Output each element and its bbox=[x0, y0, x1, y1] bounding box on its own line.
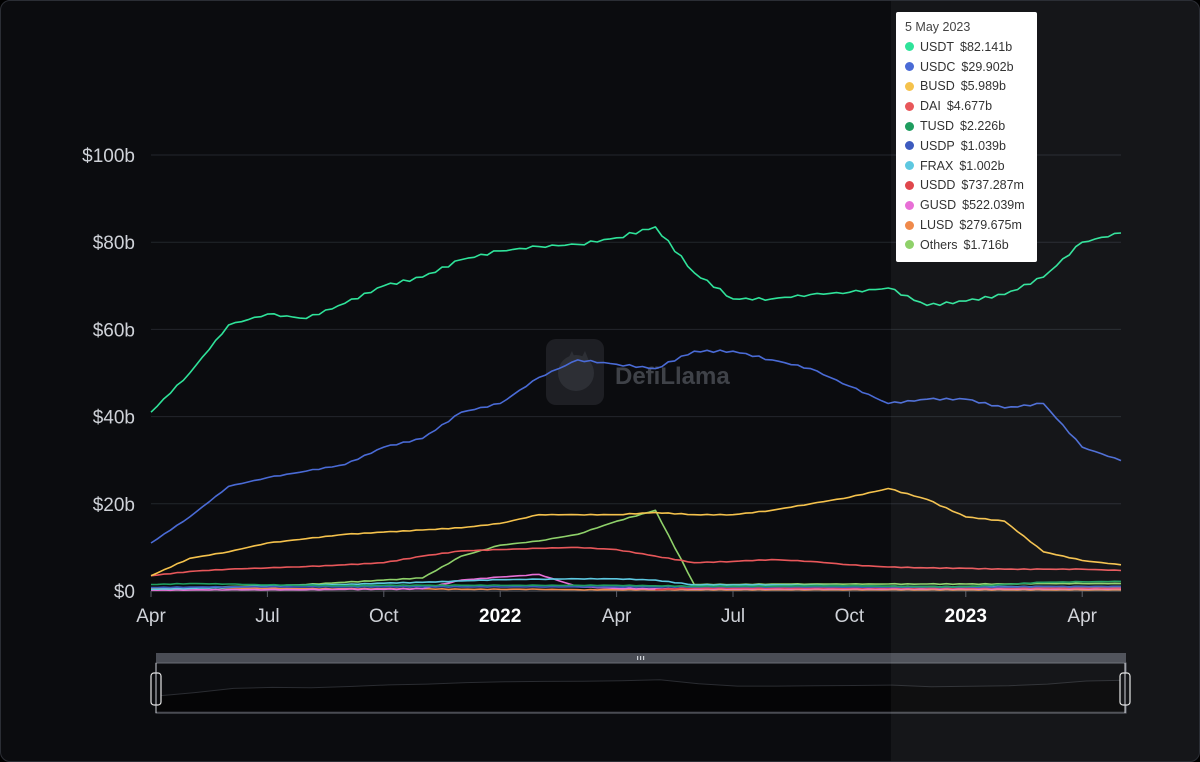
tooltip-series-name: LUSD bbox=[920, 218, 954, 233]
tooltip-series-name: USDC bbox=[920, 59, 956, 74]
series-line-busd bbox=[150, 487, 1122, 577]
tooltip-row: FRAX $1.002b bbox=[905, 156, 1037, 176]
tooltip-series-name: GUSD bbox=[920, 198, 957, 213]
series-dot-icon bbox=[905, 161, 914, 171]
tooltip-series-name: Others bbox=[920, 237, 958, 252]
y-tick-label: $80b bbox=[93, 233, 135, 254]
navigator-preview bbox=[155, 679, 1126, 713]
x-tick-label: Apr bbox=[136, 606, 166, 627]
y-tick-label: $60b bbox=[93, 320, 135, 341]
tooltip-row: LUSD $279.675m bbox=[905, 215, 1037, 235]
tooltip-row: USDD $737.287m bbox=[905, 176, 1037, 196]
llama-logo-icon bbox=[546, 339, 604, 405]
navigator-grip-icon[interactable] bbox=[637, 656, 645, 660]
tooltip-series-name: TUSD bbox=[920, 119, 955, 134]
y-tick-label: $100b bbox=[82, 146, 135, 167]
series-dot-icon bbox=[905, 81, 914, 91]
x-axis: Apr Jul Oct 2022 Apr Jul Oct 2023 Apr bbox=[136, 591, 1098, 627]
x-tick-label: Oct bbox=[369, 606, 399, 627]
tooltip-series-name: BUSD bbox=[920, 79, 955, 94]
tooltip-series-value: $82.141b bbox=[960, 39, 1013, 54]
y-axis: $0 $20b $40b $60b $80b $100b bbox=[82, 146, 135, 603]
tooltip-series-value: $2.226b bbox=[960, 119, 1006, 134]
x-tick-label: Apr bbox=[1067, 606, 1097, 627]
y-tick-label: $0 bbox=[114, 582, 135, 603]
tooltip-row: USDC $29.902b bbox=[905, 57, 1037, 77]
x-tick-label: Oct bbox=[835, 606, 865, 627]
watermark: DefiLlama bbox=[546, 339, 730, 405]
series-dot-icon bbox=[905, 200, 914, 210]
series-line-dai bbox=[150, 546, 1122, 577]
series-dot-icon bbox=[905, 240, 914, 250]
tooltip-row: GUSD $522.039m bbox=[905, 195, 1037, 215]
range-navigator[interactable] bbox=[150, 653, 1131, 714]
tooltip-row: USDP $1.039b bbox=[905, 136, 1037, 156]
series-dot-icon bbox=[905, 101, 914, 111]
tooltip-series-name: USDP bbox=[920, 138, 955, 153]
y-tick-label: $20b bbox=[93, 495, 135, 516]
x-tick-label: Apr bbox=[602, 606, 632, 627]
tooltip-series-name: USDT bbox=[920, 39, 955, 54]
tooltip-series-name: DAI bbox=[920, 99, 941, 114]
tooltip-series-value: $737.287m bbox=[961, 178, 1024, 193]
series-dot-icon bbox=[905, 180, 914, 190]
x-tick-label: Jul bbox=[721, 606, 745, 627]
tooltip-series-value: $4.677b bbox=[946, 99, 993, 114]
series-dot-icon bbox=[905, 141, 914, 151]
tooltip-series-value: $29.902b bbox=[961, 59, 1014, 74]
series-dot-icon bbox=[905, 62, 914, 72]
tooltip-row: Others $1.716b bbox=[905, 235, 1037, 255]
tooltip-series-value: $279.675m bbox=[959, 218, 1022, 233]
tooltip-series-name: FRAX bbox=[920, 158, 954, 173]
tooltip-series-value: $1.716b bbox=[963, 237, 1009, 252]
watermark-text: DefiLlama bbox=[615, 363, 730, 390]
x-tick-label: 2022 bbox=[479, 606, 521, 627]
tooltip-row: USDT $82.141b bbox=[905, 37, 1037, 57]
series-dot-icon bbox=[905, 220, 914, 230]
series-dot-icon bbox=[905, 42, 914, 52]
tooltip-series-name: USDD bbox=[920, 178, 956, 193]
series-line-others bbox=[151, 509, 1122, 590]
y-tick-label: $40b bbox=[93, 408, 135, 429]
tooltip-row: DAI $4.677b bbox=[905, 96, 1037, 116]
tooltip: 5 May 2023 USDT $82.141b USDC $29.902b BUSD $… bbox=[896, 12, 1037, 262]
tooltip-series-value: $5.989b bbox=[960, 79, 1006, 94]
series-lines bbox=[150, 226, 1122, 592]
x-tick-label: 2023 bbox=[945, 606, 987, 627]
series-dot-icon bbox=[905, 121, 914, 131]
tooltip-series-value: $522.039m bbox=[962, 198, 1025, 213]
tooltip-series-value: $1.002b bbox=[959, 158, 1005, 173]
tooltip-series-value: $1.039b bbox=[960, 138, 1006, 153]
tooltip-row: TUSD $2.226b bbox=[905, 116, 1037, 136]
x-tick-label: Jul bbox=[255, 606, 279, 627]
tooltip-row: BUSD $5.989b bbox=[905, 77, 1037, 97]
tooltip-rows: USDT $82.141b USDC $29.902b BUSD $5.989b DAI $4… bbox=[905, 37, 1037, 255]
tooltip-date: 5 May 2023 bbox=[905, 20, 971, 34]
